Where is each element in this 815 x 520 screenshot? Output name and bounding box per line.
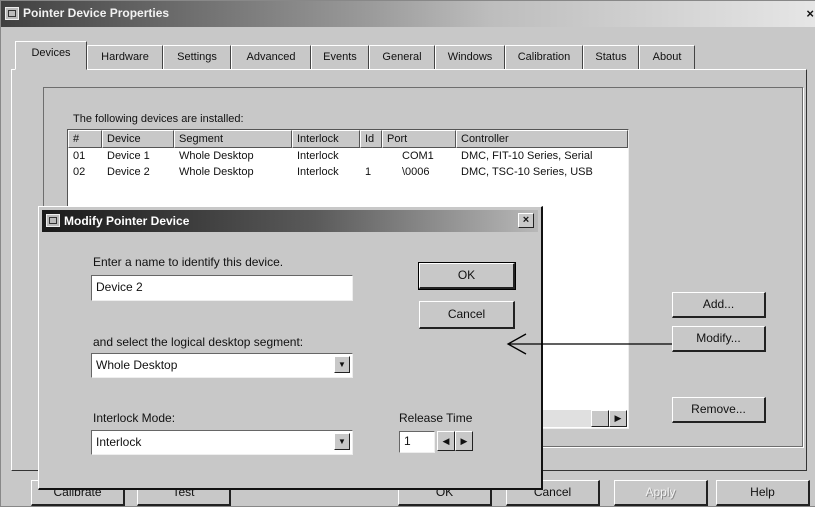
column-header-device[interactable]: Device bbox=[102, 130, 174, 148]
interlock-mode-label: Interlock Mode: bbox=[93, 411, 176, 425]
tab-label: General bbox=[382, 51, 422, 63]
tab-label: Devices bbox=[31, 47, 71, 59]
row-number: 01 bbox=[73, 150, 86, 162]
row-device: Device 2 bbox=[107, 166, 150, 178]
remove-button[interactable]: Remove... bbox=[672, 397, 766, 423]
tab-label: Status bbox=[595, 51, 627, 63]
scrollbar-thumb[interactable] bbox=[591, 410, 609, 427]
tab-label: About bbox=[652, 51, 682, 63]
release-time-label: Release Time bbox=[399, 411, 473, 425]
tab-status[interactable]: Status bbox=[583, 45, 639, 69]
column-header-id[interactable]: Id bbox=[360, 130, 382, 148]
close-icon[interactable]: × bbox=[806, 6, 814, 21]
tab-general[interactable]: General bbox=[369, 45, 435, 69]
column-header-controller[interactable]: Controller bbox=[456, 130, 628, 148]
tab-label: Windows bbox=[447, 51, 493, 63]
annotation-arrow-icon bbox=[506, 333, 672, 355]
segment-prompt-label: and select the logical desktop segment: bbox=[93, 335, 304, 349]
tab-calibration[interactable]: Calibration bbox=[505, 45, 583, 69]
dialog-close-icon[interactable]: × bbox=[518, 213, 534, 228]
apply-button[interactable]: Apply bbox=[614, 480, 708, 506]
row-controller: DMC, FIT-10 Series, Serial bbox=[461, 150, 593, 162]
column-header-interlock[interactable]: Interlock bbox=[292, 130, 360, 148]
chevron-down-icon[interactable]: ▼ bbox=[334, 433, 350, 450]
tab-label: Settings bbox=[177, 51, 217, 63]
dialog-window-icon bbox=[46, 214, 60, 227]
spin-right-icon[interactable]: ▶ bbox=[455, 431, 473, 451]
title-bar[interactable]: Pointer Device Properties × bbox=[1, 1, 815, 27]
interlock-select-value: Interlock bbox=[96, 435, 142, 449]
column-header-segment[interactable]: Segment bbox=[174, 130, 292, 148]
device-name-field[interactable]: Device 2 bbox=[91, 275, 353, 301]
table-row[interactable]: 02 Device 2 Whole Desktop Interlock 1 \0… bbox=[68, 166, 628, 181]
row-controller: DMC, TSC-10 Series, USB bbox=[461, 166, 593, 178]
interlock-mode-select[interactable]: Interlock ▼ bbox=[91, 430, 353, 455]
name-prompt-label: Enter a name to identify this device. bbox=[93, 255, 284, 269]
row-segment: Whole Desktop bbox=[179, 166, 254, 178]
row-port: \0006 bbox=[402, 166, 430, 178]
devices-intro-label: The following devices are installed: bbox=[73, 113, 244, 125]
tab-hardware[interactable]: Hardware bbox=[87, 45, 163, 69]
tab-advanced[interactable]: Advanced bbox=[231, 45, 311, 69]
add-button[interactable]: Add... bbox=[672, 292, 766, 318]
row-id: 1 bbox=[365, 166, 372, 178]
dialog-title: Modify Pointer Device bbox=[64, 214, 190, 228]
column-header-port[interactable]: Port bbox=[382, 130, 456, 148]
tab-settings[interactable]: Settings bbox=[163, 45, 231, 69]
segment-select-value: Whole Desktop bbox=[96, 358, 178, 372]
row-segment: Whole Desktop bbox=[179, 150, 254, 162]
row-device: Device 1 bbox=[107, 150, 150, 162]
scroll-right-icon[interactable]: ▶ bbox=[609, 410, 627, 427]
modify-button[interactable]: Modify... bbox=[672, 326, 766, 352]
tab-label: Advanced bbox=[246, 51, 296, 63]
row-port: COM1 bbox=[402, 150, 434, 162]
modify-pointer-device-dialog: Modify Pointer Device × Enter a name to … bbox=[38, 206, 543, 490]
tab-devices[interactable]: Devices bbox=[15, 41, 87, 70]
spin-left-icon[interactable]: ◀ bbox=[437, 431, 455, 451]
tab-windows[interactable]: Windows bbox=[435, 45, 505, 69]
dialog-title-bar[interactable]: Modify Pointer Device × bbox=[42, 210, 538, 232]
segment-select[interactable]: Whole Desktop ▼ bbox=[91, 353, 353, 378]
release-time-field[interactable]: 1 bbox=[399, 431, 435, 453]
column-header-number[interactable]: # bbox=[68, 130, 102, 148]
tab-about[interactable]: About bbox=[639, 45, 695, 69]
window-icon bbox=[5, 7, 19, 20]
tab-events[interactable]: Events bbox=[311, 45, 369, 69]
row-interlock: Interlock bbox=[297, 150, 339, 162]
help-button[interactable]: Help bbox=[716, 480, 810, 506]
row-interlock: Interlock bbox=[297, 166, 339, 178]
dialog-ok-button[interactable]: OK bbox=[418, 262, 516, 290]
dialog-cancel-button[interactable]: Cancel bbox=[419, 301, 515, 329]
table-row[interactable]: 01 Device 1 Whole Desktop Interlock COM1… bbox=[68, 150, 628, 165]
tab-label: Calibration bbox=[517, 51, 571, 63]
row-number: 02 bbox=[73, 166, 86, 178]
chevron-down-icon[interactable]: ▼ bbox=[334, 356, 350, 373]
window-title: Pointer Device Properties bbox=[23, 6, 170, 20]
tab-label: Hardware bbox=[101, 51, 149, 63]
tab-label: Events bbox=[323, 51, 357, 63]
